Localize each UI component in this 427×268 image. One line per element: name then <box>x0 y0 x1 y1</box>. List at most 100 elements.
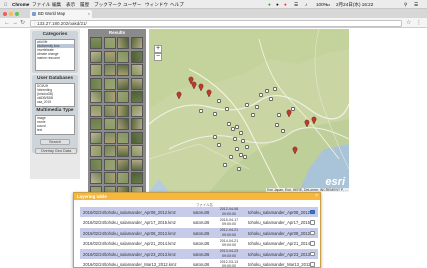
blue-map-marker[interactable] <box>213 112 218 117</box>
result-thumbnail[interactable] <box>117 172 129 184</box>
layer-row[interactable]: 2016/02/24/tohoku_salamander_Apr21_2014.… <box>80 239 318 249</box>
bookmark-star-icon[interactable]: ☆ <box>406 19 411 26</box>
blue-map-marker[interactable] <box>217 143 222 148</box>
user-databases-list[interactable]: DOI/UH Inbreeding (tohokuDB) oldDB/BDB o… <box>35 83 75 107</box>
result-thumbnail[interactable] <box>117 145 129 157</box>
result-thumbnail[interactable] <box>130 158 143 171</box>
menu-app-name[interactable]: Chrome <box>12 0 29 9</box>
layer-visibility-checkbox[interactable] <box>310 220 315 225</box>
blue-map-marker[interactable] <box>243 155 248 160</box>
blue-map-marker[interactable] <box>245 145 250 150</box>
close-dialog-icon[interactable]: × <box>315 193 318 200</box>
menu-clock[interactable]: 2月24日(水) 16:22 <box>336 0 373 9</box>
result-thumbnail[interactable] <box>90 37 102 49</box>
result-thumbnail[interactable] <box>90 145 102 157</box>
menu-view[interactable]: 表示 <box>66 0 75 9</box>
result-thumbnail[interactable] <box>130 37 143 49</box>
result-thumbnail[interactable] <box>90 77 102 90</box>
result-thumbnail[interactable] <box>130 104 143 117</box>
result-thumbnail[interactable] <box>130 172 143 184</box>
wifi-icon[interactable]: ☰ <box>294 0 298 9</box>
blue-map-marker[interactable] <box>277 113 282 118</box>
result-thumbnail[interactable] <box>117 50 129 63</box>
menu-file[interactable]: ファイル <box>32 0 50 9</box>
blue-map-marker[interactable] <box>269 97 274 102</box>
apple-icon[interactable]:  <box>4 0 7 9</box>
menu-window[interactable]: ウィンドウ <box>145 0 168 9</box>
result-thumbnail[interactable] <box>117 118 129 130</box>
address-bar[interactable]: ⓘ 133.27.180.202/oakd/21/ <box>30 19 402 27</box>
result-thumbnail[interactable] <box>130 131 143 144</box>
blue-map-marker[interactable] <box>281 129 286 134</box>
blue-map-marker[interactable] <box>291 107 296 112</box>
blue-map-marker[interactable] <box>213 135 218 140</box>
layer-visibility-checkbox[interactable] <box>310 251 315 256</box>
close-tab-icon[interactable]: × <box>88 10 90 18</box>
blue-map-marker[interactable] <box>237 167 242 172</box>
result-thumbnail[interactable] <box>103 145 116 157</box>
minimize-window-icon[interactable] <box>9 11 13 16</box>
blue-map-marker[interactable] <box>273 86 278 91</box>
blue-map-marker[interactable] <box>225 107 230 112</box>
result-thumbnail[interactable] <box>90 131 102 144</box>
blue-map-marker[interactable] <box>265 88 270 93</box>
blue-map-marker[interactable] <box>239 153 244 158</box>
result-thumbnail[interactable] <box>90 158 102 171</box>
blue-map-marker[interactable] <box>227 122 232 127</box>
blue-map-marker[interactable] <box>233 137 238 142</box>
result-thumbnail[interactable] <box>103 158 116 171</box>
layer-visibility-checkbox[interactable] <box>310 241 315 246</box>
volume-icon[interactable]: ♪ <box>305 0 307 9</box>
result-thumbnail[interactable] <box>103 64 116 76</box>
menu-users[interactable]: ユーザー <box>123 0 141 9</box>
layer-visibility-checkbox[interactable] <box>310 209 315 214</box>
layer-row[interactable]: 2016/02/24/tohoku_salamander_Apr08_2012.… <box>80 228 318 238</box>
reload-icon[interactable]: ↻ <box>20 19 25 27</box>
result-thumbnail[interactable] <box>90 172 102 184</box>
result-thumbnail[interactable] <box>117 91 129 103</box>
blue-map-marker[interactable] <box>259 93 264 98</box>
result-thumbnail[interactable] <box>103 131 116 144</box>
result-thumbnail[interactable] <box>130 50 143 63</box>
menu-edit[interactable]: 編集 <box>52 0 61 9</box>
browser-tab[interactable]: BD World Map × <box>30 10 92 18</box>
result-thumbnail[interactable] <box>90 118 102 130</box>
status-icon[interactable]: ● <box>268 0 271 9</box>
map-view[interactable]: + − esri Esri Japan, Esri, HERE, DeLorme… <box>149 29 349 192</box>
result-thumbnail[interactable] <box>103 50 116 63</box>
layer-visibility-checkbox[interactable] <box>310 262 315 267</box>
zoom-in-button[interactable]: + <box>154 45 162 53</box>
result-thumbnail[interactable] <box>117 77 129 90</box>
notification-icon[interactable]: ☰ <box>414 0 418 9</box>
result-thumbnail[interactable] <box>103 91 116 103</box>
result-thumbnail[interactable] <box>103 37 116 49</box>
blue-map-marker[interactable] <box>235 147 240 152</box>
multimedia-list[interactable]: image movie sound text <box>35 115 75 135</box>
blue-map-marker[interactable] <box>223 163 228 168</box>
chrome-menu-icon[interactable]: ⋮ <box>416 19 422 26</box>
result-thumbnail[interactable] <box>117 104 129 117</box>
layer-visibility-checkbox[interactable] <box>310 230 315 235</box>
result-thumbnail[interactable] <box>130 118 143 130</box>
blue-map-marker[interactable] <box>231 127 236 132</box>
menu-bookmarks[interactable]: ブックマーク <box>94 0 122 9</box>
result-thumbnail[interactable] <box>103 172 116 184</box>
result-thumbnail[interactable] <box>117 158 129 171</box>
menu-history[interactable]: 履歴 <box>80 0 89 9</box>
blue-map-marker[interactable] <box>229 155 234 160</box>
blue-map-marker[interactable] <box>275 123 280 128</box>
blue-map-marker[interactable] <box>255 105 260 110</box>
list-item[interactable]: marine resource <box>37 56 74 60</box>
overlay-geo-data-button[interactable]: Overlay Geo Data <box>35 148 77 154</box>
battery-icon[interactable]: ▭ <box>326 0 330 9</box>
result-thumbnail[interactable] <box>117 37 129 49</box>
forward-icon[interactable]: → <box>12 19 18 27</box>
result-thumbnail[interactable] <box>90 104 102 117</box>
status-icon[interactable]: ● <box>276 0 279 9</box>
zoom-out-button[interactable]: − <box>154 53 162 61</box>
result-thumbnail[interactable] <box>130 145 143 157</box>
close-window-icon[interactable] <box>3 11 7 16</box>
result-thumbnail[interactable] <box>90 50 102 63</box>
search-icon[interactable]: ⚲ <box>404 0 407 9</box>
result-thumbnail[interactable] <box>130 64 143 76</box>
